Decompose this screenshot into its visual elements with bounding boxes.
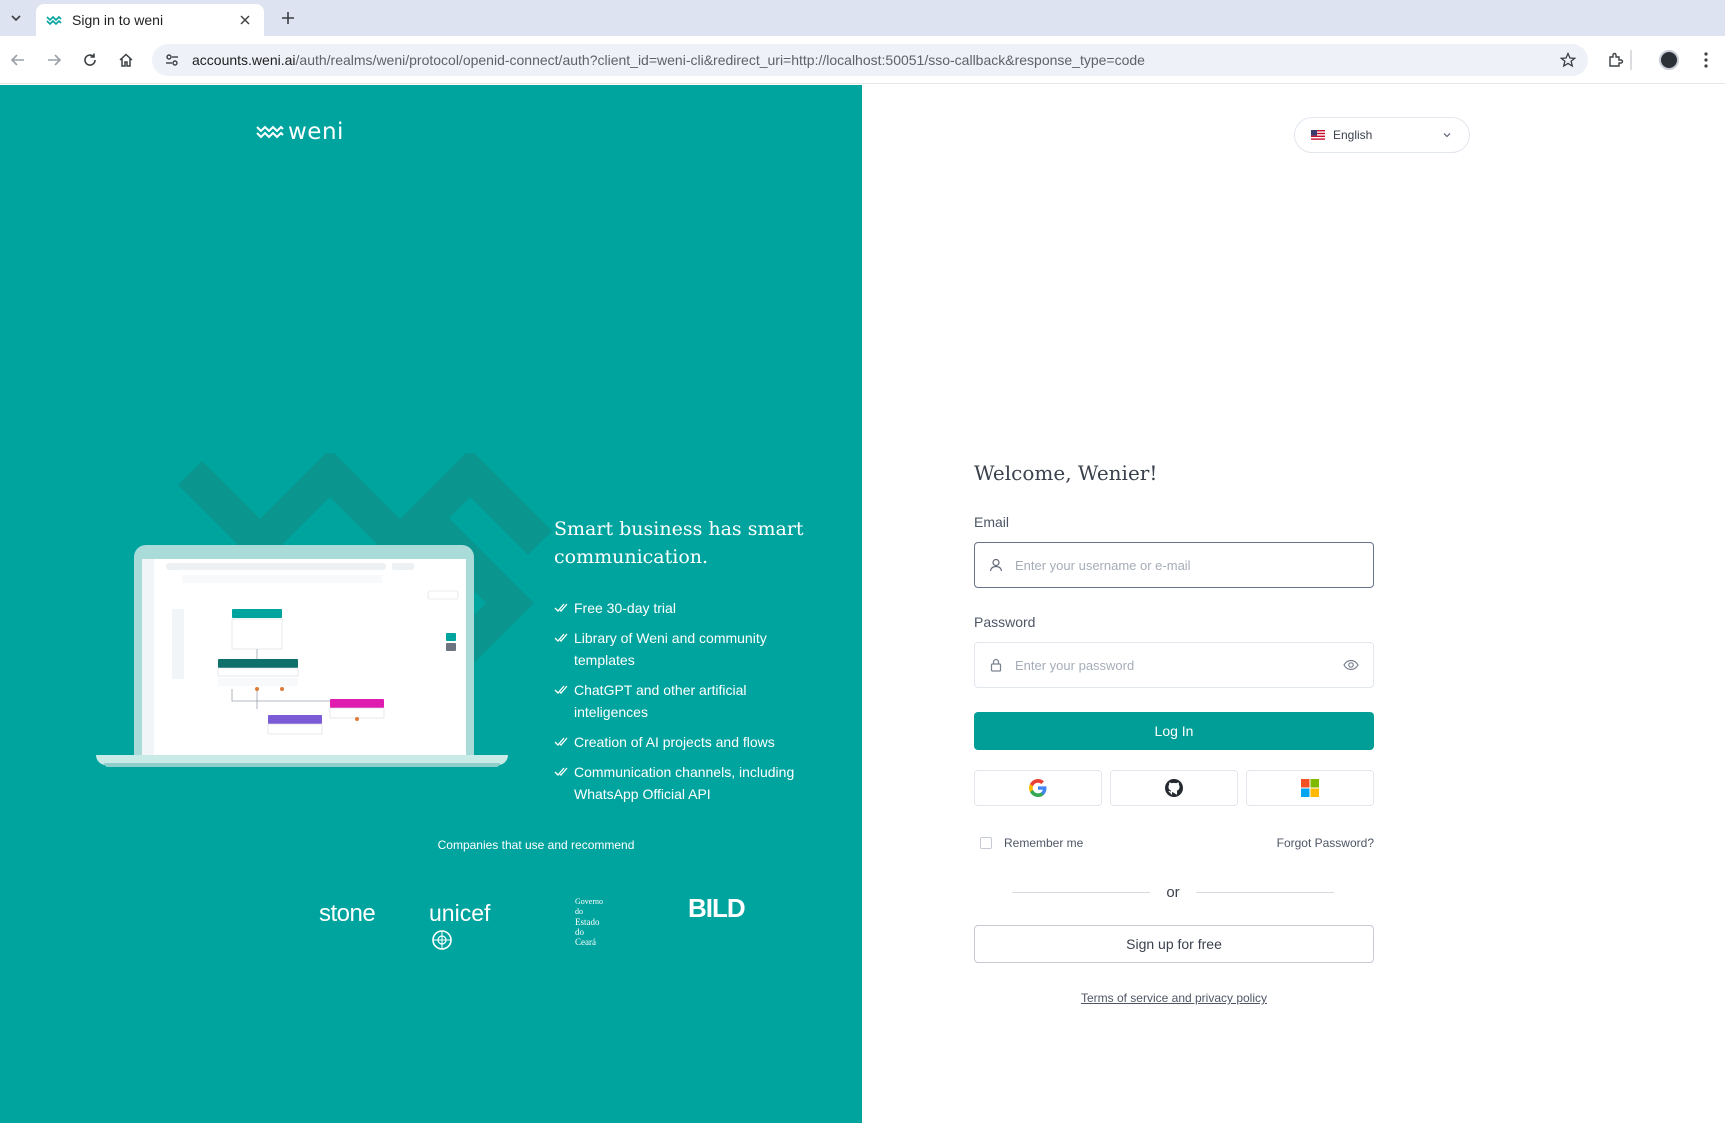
google-login-button[interactable]	[974, 770, 1102, 806]
promo-block: Smart business has smart communication. …	[554, 515, 824, 813]
tab-search-chevron-icon[interactable]	[4, 6, 28, 30]
browser-tab[interactable]: Sign in to weni	[36, 4, 264, 36]
close-tab-icon[interactable]	[236, 11, 254, 29]
divider-line	[1012, 891, 1151, 893]
url-host: accounts.weni.ai	[192, 52, 296, 68]
double-check-icon	[554, 685, 568, 694]
browser-tabbar: Sign in to weni	[0, 0, 1725, 36]
site-info-tune-icon[interactable]	[162, 50, 182, 70]
url-path: /auth/realms/weni/protocol/openid-connec…	[295, 52, 1145, 68]
unicef-logo: unicef	[429, 900, 490, 954]
feature-item: Free 30-day trial	[554, 597, 824, 619]
us-flag-icon	[1311, 130, 1325, 140]
forgot-password-link[interactable]: Forgot Password?	[1250, 836, 1374, 850]
welcome-heading: Welcome, Wenier!	[974, 461, 1158, 485]
log-in-button[interactable]: Log In	[974, 712, 1374, 750]
language-select[interactable]: English	[1294, 117, 1470, 153]
user-icon	[989, 557, 1005, 573]
home-icon[interactable]	[114, 48, 138, 72]
more-menu-icon[interactable]	[1694, 48, 1718, 72]
url-text: accounts.weni.ai/auth/realms/weni/protoc…	[192, 52, 1145, 68]
show-password-eye-icon[interactable]	[1343, 657, 1359, 673]
toolbar-divider	[1630, 50, 1632, 70]
weni-logo: weni	[256, 119, 344, 145]
or-text: or	[1166, 883, 1180, 901]
laptop-illustration	[96, 545, 508, 775]
divider-line	[1195, 891, 1334, 893]
feature-item: Creation of AI projects and flows	[554, 731, 824, 753]
feature-item: Communication channels, including WhatsA…	[554, 761, 824, 805]
back-arrow-icon[interactable]	[6, 48, 30, 72]
google-icon	[1029, 779, 1047, 797]
ceara-government-logo: Governo do Estado do Ceará	[555, 897, 603, 947]
feature-label: Communication channels, including WhatsA…	[574, 764, 795, 802]
double-check-icon	[554, 737, 568, 746]
or-divider: or	[1012, 882, 1334, 902]
laptop-foot	[104, 763, 500, 767]
tab-title: Sign in to weni	[72, 12, 164, 28]
github-icon	[1165, 779, 1183, 797]
github-login-button[interactable]	[1110, 770, 1238, 806]
double-check-icon	[554, 633, 568, 642]
language-label: English	[1333, 128, 1373, 142]
remember-me-checkbox[interactable]	[980, 837, 992, 849]
extensions-puzzle-icon[interactable]	[1604, 48, 1628, 72]
laptop-screen	[134, 545, 474, 757]
password-field[interactable]	[1015, 657, 1343, 673]
feature-item: Library of Weni and community templates	[554, 627, 824, 671]
terms-container: Terms of service and privacy policy	[974, 991, 1374, 1005]
gov-line-2: Estado do Ceará	[575, 917, 600, 947]
profile-avatar[interactable]	[1659, 50, 1679, 70]
address-bar[interactable]: accounts.weni.ai/auth/realms/weni/protoc…	[152, 44, 1588, 76]
bild-logo: BILD	[688, 893, 746, 923]
remember-me-label: Remember me	[1004, 836, 1084, 850]
email-field[interactable]	[1015, 557, 1359, 573]
unicef-globe-icon	[432, 930, 452, 950]
feature-label: Library of Weni and community templates	[574, 630, 767, 668]
double-check-icon	[554, 767, 568, 776]
sign-up-button[interactable]: Sign up for free	[974, 925, 1374, 963]
feature-label: ChatGPT and other artificial inteligence…	[574, 682, 747, 720]
new-tab-plus-icon[interactable]	[276, 6, 300, 30]
bookmark-star-icon[interactable]	[1558, 50, 1578, 70]
email-field-wrapper[interactable]	[974, 542, 1374, 588]
feature-item: ChatGPT and other artificial inteligence…	[554, 679, 824, 723]
marketing-panel: weni Smart business has smart communicat…	[0, 85, 862, 1123]
weni-logo-mark-icon	[256, 125, 284, 139]
feature-label: Creation of AI projects and flows	[574, 734, 775, 750]
password-field-wrapper[interactable]	[974, 642, 1374, 688]
remember-me[interactable]: Remember me	[980, 836, 1083, 850]
browser-toolbar: accounts.weni.ai/auth/realms/weni/protoc…	[0, 36, 1725, 84]
companies-label: Companies that use and recommend	[437, 838, 635, 852]
email-label: Email	[974, 514, 1010, 530]
unicef-logo-text: unicef	[429, 900, 491, 926]
double-check-icon	[554, 603, 568, 612]
reload-icon[interactable]	[78, 48, 102, 72]
feature-list: Free 30-day trial Library of Weni and co…	[554, 597, 824, 805]
chevron-down-icon	[1443, 133, 1451, 138]
weni-favicon-icon	[46, 12, 62, 28]
terms-link[interactable]: Terms of service and privacy policy	[1081, 991, 1267, 1005]
stone-logo: stone	[319, 900, 376, 927]
promo-title: Smart business has smart communication.	[554, 518, 804, 568]
flow-editor-preview	[142, 559, 466, 757]
logo-text: weni	[288, 119, 344, 145]
microsoft-login-button[interactable]	[1246, 770, 1374, 806]
microsoft-icon	[1301, 779, 1319, 797]
lock-icon	[989, 657, 1005, 673]
forward-arrow-icon[interactable]	[42, 48, 66, 72]
gov-line-1: Governo do	[575, 897, 603, 916]
feature-label: Free 30-day trial	[574, 600, 676, 616]
password-label: Password	[974, 614, 1036, 630]
